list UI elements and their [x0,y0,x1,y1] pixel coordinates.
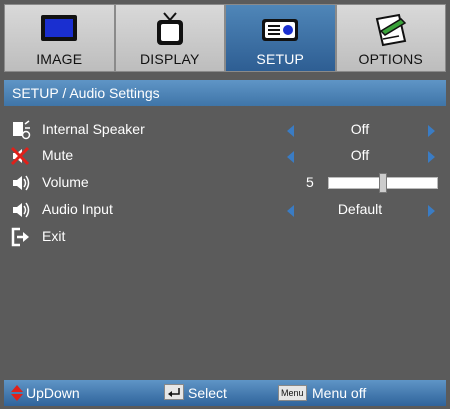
updown-arrow-icon [11,385,23,401]
monitor-icon [41,15,78,41]
row-label: Volume [42,174,89,190]
speaker-icon [13,120,31,140]
menu-tabs: IMAGE DISPLAY SETUP OPTIONS [4,4,446,72]
row-label: Exit [42,228,66,244]
audio-input-icon [13,202,30,218]
exit-icon [11,227,29,247]
row-label: Internal Speaker [42,121,145,137]
tab-display[interactable]: DISPLAY [114,4,225,72]
row-mute[interactable]: Mute Off [10,143,438,169]
tv-icon [156,12,183,45]
row-label: Mute [42,147,74,163]
select-hint: Select [188,385,227,401]
row-value: Off [350,121,370,137]
menu-off-hint: Menu off [312,385,367,401]
mute-icon [10,146,30,166]
arrow-left-icon[interactable] [287,205,294,217]
menu-key-icon: Menu [278,385,307,401]
row-volume[interactable]: Volume 5 [10,170,438,196]
footer-bar: UpDown Select Menu Menu off [4,380,446,406]
tab-label: SETUP [256,51,305,67]
projector-osd: IMAGE DISPLAY SETUP OPTIONS SETUP / Audi… [0,0,450,409]
updown-hint: UpDown [26,385,80,401]
tab-setup[interactable]: SETUP [225,4,336,72]
row-value: Default [337,201,383,217]
arrow-left-icon[interactable] [287,125,294,137]
arrow-right-icon[interactable] [428,151,435,163]
menu-title-bar: SETUP / Audio Settings [4,80,446,106]
pencil-notepad-icon [375,13,406,47]
volume-icon [13,175,30,191]
enter-key-icon [164,384,184,400]
tab-image[interactable]: IMAGE [4,4,115,72]
volume-value: 5 [306,174,314,190]
row-audio-input[interactable]: Audio Input Default [10,197,438,223]
tab-label: IMAGE [36,51,83,67]
row-value: Off [350,147,370,163]
row-internal-speaker[interactable]: Internal Speaker Off [10,117,438,143]
arrow-right-icon[interactable] [428,205,435,217]
projector-icon [262,19,299,41]
volume-slider[interactable] [328,173,438,193]
slider-thumb[interactable] [379,173,387,193]
arrow-right-icon[interactable] [428,125,435,137]
tab-label: DISPLAY [140,51,200,67]
row-exit[interactable]: Exit [10,224,438,250]
arrow-left-icon[interactable] [287,151,294,163]
tab-label: OPTIONS [358,51,423,67]
tab-options[interactable]: OPTIONS [335,4,446,72]
row-label: Audio Input [42,201,113,217]
page-title: SETUP / Audio Settings [12,85,160,101]
